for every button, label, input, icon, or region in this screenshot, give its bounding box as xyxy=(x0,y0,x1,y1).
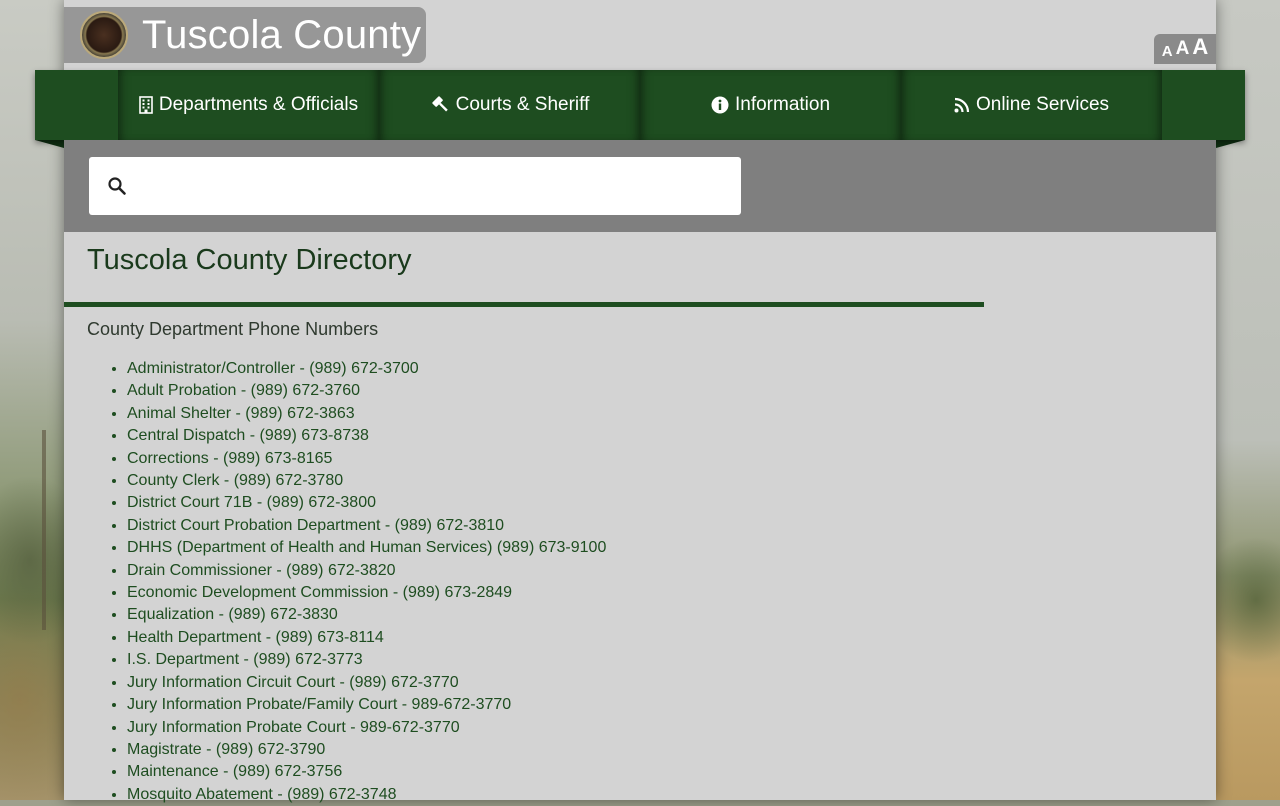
page-container: Tuscola County A A A Departments & Offic… xyxy=(35,0,1245,803)
nav-departments-officials[interactable]: Departments & Officials xyxy=(118,70,379,140)
main-content: Tuscola County Directory County Departme… xyxy=(64,232,1216,806)
list-item: Magistrate - (989) 672-3790 xyxy=(127,739,1216,761)
page-title: Tuscola County Directory xyxy=(87,244,412,276)
search-input[interactable] xyxy=(137,165,731,207)
text-size-large-button[interactable]: A xyxy=(1192,34,1208,60)
info-icon xyxy=(711,96,729,114)
list-item: Jury Information Probate Court - 989-672… xyxy=(127,717,1216,739)
site-title[interactable]: Tuscola County xyxy=(142,13,421,58)
search-icon xyxy=(107,176,127,196)
search-band xyxy=(64,140,1216,232)
nav-label: Online Services xyxy=(975,94,1110,115)
county-seal-logo xyxy=(80,11,128,59)
nav-information[interactable]: Information xyxy=(640,70,901,140)
list-item: Economic Development Commission - (989) … xyxy=(127,582,1216,604)
list-item: Health Department - (989) 673-8114 xyxy=(127,627,1216,649)
nav-label: Departments & Officials xyxy=(158,94,359,115)
search-box[interactable] xyxy=(89,157,741,215)
list-item: Jury Information Probate/Family Court - … xyxy=(127,694,1216,716)
section-subheading: County Department Phone Numbers xyxy=(87,319,379,339)
list-item: Mosquito Abatement - (989) 672-3748 xyxy=(127,784,1216,806)
title-divider xyxy=(64,302,984,307)
list-item: Equalization - (989) 672-3830 xyxy=(127,604,1216,626)
text-size-controls: A A A xyxy=(1154,34,1216,64)
list-item: Drain Commissioner - (989) 672-3820 xyxy=(127,560,1216,582)
list-item: Animal Shelter - (989) 672-3863 xyxy=(127,403,1216,425)
directory-list: Administrator/Controller - (989) 672-370… xyxy=(64,358,1216,806)
list-item: Adult Probation - (989) 672-3760 xyxy=(127,380,1216,402)
list-item: District Court 71B - (989) 672-3800 xyxy=(127,492,1216,514)
list-item: DHHS (Department of Health and Human Ser… xyxy=(127,537,1216,559)
gavel-icon xyxy=(430,96,450,114)
list-item: District Court Probation Department - (9… xyxy=(127,515,1216,537)
rss-icon xyxy=(954,97,970,113)
background-pole xyxy=(42,430,46,630)
list-item: Administrator/Controller - (989) 672-370… xyxy=(127,358,1216,380)
building-icon xyxy=(139,96,153,114)
text-size-medium-button[interactable]: A xyxy=(1176,38,1190,60)
nav-courts-sheriff[interactable]: Courts & Sheriff xyxy=(379,70,640,140)
nav-fold-left xyxy=(35,140,64,148)
text-size-small-button[interactable]: A xyxy=(1162,43,1173,60)
list-item: Jury Information Circuit Court - (989) 6… xyxy=(127,672,1216,694)
list-item: Corrections - (989) 673-8165 xyxy=(127,448,1216,470)
site-header[interactable]: Tuscola County xyxy=(64,7,426,63)
list-item: County Clerk - (989) 672-3780 xyxy=(127,470,1216,492)
list-item: Maintenance - (989) 672-3756 xyxy=(127,761,1216,783)
nav-online-services[interactable]: Online Services xyxy=(901,70,1162,140)
nav-label: Information xyxy=(734,94,831,115)
list-item: I.S. Department - (989) 672-3773 xyxy=(127,649,1216,671)
main-nav: Departments & Officials Courts & Sheriff xyxy=(35,70,1245,140)
nav-fold-right xyxy=(1216,140,1245,148)
nav-label: Courts & Sheriff xyxy=(455,94,590,115)
list-item: Central Dispatch - (989) 673-8738 xyxy=(127,425,1216,447)
